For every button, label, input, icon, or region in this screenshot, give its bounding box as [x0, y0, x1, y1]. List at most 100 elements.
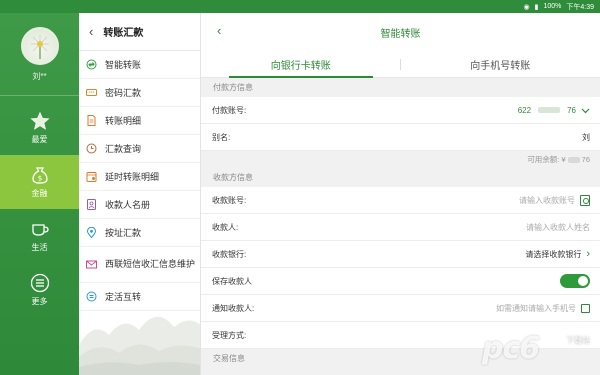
back-arrow-icon[interactable]: ‹: [89, 24, 93, 39]
payee-bank-label: 收款银行:: [212, 249, 247, 259]
payer-account-row[interactable]: 付款账号: 622 76: [201, 97, 600, 124]
dandelion-avatar-icon: [31, 35, 49, 59]
payee-account-row[interactable]: 收款账号: 请输入收款账号: [201, 187, 600, 214]
clock-icon: [86, 143, 97, 154]
menu-item-password-remit[interactable]: *** 密码汇款: [79, 79, 200, 107]
password-card-icon: ***: [86, 87, 97, 98]
panel-header: ‹ 智能转账: [201, 13, 600, 51]
back-arrow-icon[interactable]: ‹: [217, 23, 221, 38]
menu-item-address-remit[interactable]: 按址汇款: [79, 219, 200, 247]
svg-text:***: ***: [89, 90, 95, 95]
payee-name-placeholder: 请输入收款人姓名: [526, 222, 590, 232]
coffee-cup-icon: [31, 224, 49, 236]
avatar[interactable]: [21, 27, 59, 65]
battery-icon: ▮: [534, 3, 539, 11]
submenu-title: 转账汇款: [103, 28, 144, 39]
primary-nav-rail: 刘** 最爱 $ 金融 生活 更多: [0, 13, 79, 375]
contact-picker-icon[interactable]: [580, 194, 590, 206]
transfer-form-panel: ‹ 智能转账 向银行卡转账 向手机号转账 付款方信息 付款账号: 622 76 …: [201, 13, 600, 375]
money-bag-icon: $: [31, 167, 48, 184]
tab-bank-card[interactable]: 向银行卡转账: [201, 51, 401, 78]
submenu-header: ‹ 转账汇款: [79, 13, 200, 51]
menu-item-label: 西联短信收汇信息维护: [105, 259, 196, 269]
chevron-right-icon: ›: [586, 248, 590, 260]
balance-label: 可用余额: ¥: [527, 155, 566, 164]
payee-name-row[interactable]: 收款人: 请输入收款人姓名: [201, 214, 600, 241]
menu-item-remit-query[interactable]: 汇款查询: [79, 135, 200, 163]
notify-phone-field[interactable]: 如需通知请输入手机号: [496, 303, 590, 314]
rail-divider: [0, 95, 79, 96]
menu-lines-icon: [30, 273, 49, 293]
transfer-submenu: ‹ 转账汇款 智能转账 *** 密码汇款 转账明细 汇款查询 延时转账明细 收款…: [79, 13, 201, 375]
payer-alias-row: 别名: 刘: [201, 124, 600, 151]
payee-name-field[interactable]: 请输入收款人姓名: [526, 222, 590, 233]
rail-item-more[interactable]: 更多: [0, 263, 79, 317]
save-payee-label: 保存收款人: [212, 276, 252, 286]
menu-item-label: 定活互转: [105, 292, 142, 302]
payee-account-field[interactable]: 请输入收款账号: [519, 194, 590, 206]
rail-item-label: 金融: [31, 189, 48, 198]
chevron-down-icon: [581, 108, 590, 113]
panel-title: 智能转账: [380, 28, 421, 40]
payee-bank-select[interactable]: 请选择收款银行 ›: [525, 248, 590, 260]
notify-phone-placeholder: 如需通知请输入手机号: [496, 303, 576, 313]
rail-item-finance[interactable]: $ 金融: [0, 155, 79, 209]
trade-section-title: 交易信息: [201, 349, 600, 368]
menu-item-western-union-sms[interactable]: 西联短信收汇信息维护: [79, 247, 200, 283]
battery-level: 100%: [543, 3, 562, 10]
status-bar: ◉ ▮ 100% 下午4:39: [0, 0, 600, 13]
rail-item-life[interactable]: 生活: [0, 209, 79, 263]
payer-alias-value: 刘: [582, 132, 590, 143]
menu-item-delayed-transfer[interactable]: 延时转账明细: [79, 163, 200, 191]
payer-section-title: 付款方信息: [201, 78, 600, 97]
svg-text:$: $: [37, 175, 41, 183]
notify-payee-row[interactable]: 通知收款人: 如需通知请输入手机号: [201, 295, 600, 322]
payee-account-placeholder: 请输入收款账号: [519, 195, 575, 205]
menu-item-label: 延时转账明细: [105, 172, 160, 182]
payer-account-label: 付款账号:: [212, 105, 247, 115]
save-payee-toggle[interactable]: [560, 274, 590, 288]
menu-item-label: 收款人名册: [105, 200, 151, 210]
acceptance-method-label: 受理方式:: [212, 330, 247, 340]
payer-alias-label: 别名:: [212, 132, 231, 142]
menu-item-transfer-details[interactable]: 转账明细: [79, 107, 200, 135]
payer-account-start: 622: [517, 105, 532, 115]
notify-checkbox[interactable]: [581, 303, 590, 313]
payee-bank-value: 请选择收款银行: [525, 249, 582, 259]
masked-digits: [538, 107, 561, 113]
rail-item-favorites[interactable]: 最爱: [0, 101, 79, 155]
wifi-icon: ◉: [523, 3, 530, 11]
star-icon: [29, 111, 50, 130]
calendar-icon: [86, 171, 97, 182]
rail-item-label: 最爱: [31, 135, 48, 144]
masked-balance: [567, 156, 580, 163]
location-pin-icon: [86, 227, 97, 238]
menu-item-label: 智能转账: [105, 60, 142, 70]
menu-item-smart-transfer[interactable]: 智能转账: [79, 51, 200, 79]
menu-item-payee-book[interactable]: 收款人名册: [79, 191, 200, 219]
envelope-icon: [86, 259, 97, 270]
exchange-icon: [86, 291, 97, 302]
acceptance-method-row[interactable]: 受理方式:: [201, 322, 600, 349]
menu-item-label: 按址汇款: [105, 228, 142, 238]
payer-alias-text: 刘: [582, 132, 590, 142]
transfer-tabs: 向银行卡转账 向手机号转账: [201, 51, 600, 78]
payer-account-value[interactable]: 622 76: [518, 106, 590, 115]
payee-bank-row[interactable]: 收款银行: 请选择收款银行 ›: [201, 241, 600, 268]
tab-phone-number[interactable]: 向手机号转账: [401, 51, 600, 77]
balance-end: 76: [581, 155, 590, 164]
notify-payee-label: 通知收款人:: [212, 303, 255, 313]
contacts-book-icon: [86, 199, 97, 210]
save-payee-row: 保存收款人: [201, 268, 600, 295]
menu-item-fixed-current-swap[interactable]: 定活互转: [79, 283, 200, 311]
payee-name-label: 收款人:: [212, 222, 239, 232]
rail-item-label: 更多: [31, 297, 48, 306]
tab-divider: [400, 59, 401, 70]
rail-item-label: 生活: [31, 243, 48, 252]
payer-account-end: 76: [567, 105, 576, 115]
clock-time: 下午4:39: [566, 3, 594, 11]
payee-account-label: 收款账号:: [212, 195, 247, 205]
menu-item-label: 汇款查询: [105, 144, 142, 154]
user-name: 刘**: [32, 72, 47, 81]
smart-transfer-icon: [86, 59, 97, 70]
